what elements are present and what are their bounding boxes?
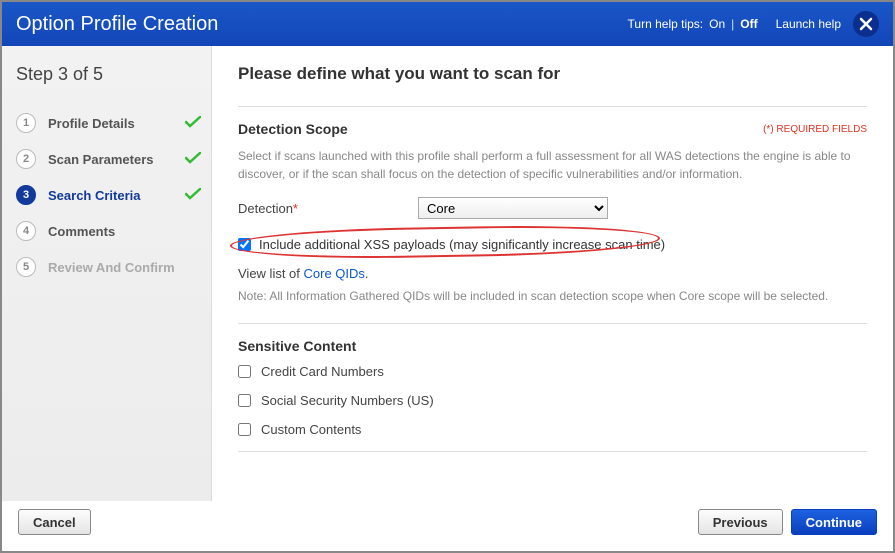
- help-controls: Turn help tips: On | Off Launch help: [628, 17, 841, 31]
- step-label: Profile Details: [48, 116, 185, 131]
- step-comments[interactable]: 4 Comments: [16, 213, 201, 249]
- step-number: 2: [16, 149, 36, 169]
- previous-button[interactable]: Previous: [698, 509, 783, 535]
- footer-right-group: Previous Continue: [698, 509, 877, 535]
- xss-option-wrap: Include additional XSS payloads (may sig…: [238, 231, 867, 258]
- section-title: Detection Scope: [238, 121, 348, 137]
- step-label: Scan Parameters: [48, 152, 185, 167]
- custom-contents-checkbox[interactable]: [238, 423, 251, 436]
- step-profile-details[interactable]: 1 Profile Details: [16, 105, 201, 141]
- checkbox-label: Credit Card Numbers: [261, 364, 384, 379]
- xss-label: Include additional XSS payloads (may sig…: [259, 237, 665, 252]
- custom-contents-row[interactable]: Custom Contents: [238, 422, 867, 437]
- wizard-steps: 1 Profile Details 2 Scan Parameters 3 Se…: [16, 105, 201, 285]
- dialog-body: Step 3 of 5 1 Profile Details 2 Scan Par…: [2, 46, 893, 501]
- launch-help-link[interactable]: Launch help: [776, 17, 841, 31]
- step-number: 3: [16, 185, 36, 205]
- sensitive-content-header: Sensitive Content: [238, 338, 867, 354]
- credit-card-checkbox[interactable]: [238, 365, 251, 378]
- dialog-footer: Cancel Previous Continue: [2, 501, 893, 551]
- credit-card-row[interactable]: Credit Card Numbers: [238, 364, 867, 379]
- cancel-button[interactable]: Cancel: [18, 509, 91, 535]
- continue-button[interactable]: Continue: [791, 509, 877, 535]
- core-qids-link[interactable]: Core QIDs: [304, 266, 365, 281]
- checkmark-icon: [185, 152, 201, 167]
- step-label: Search Criteria: [48, 188, 185, 203]
- detection-scope-header: Detection Scope (*) REQUIRED FIELDS: [238, 121, 867, 137]
- step-number: 4: [16, 221, 36, 241]
- required-star: *: [293, 201, 298, 216]
- step-search-criteria[interactable]: 3 Search Criteria: [16, 177, 201, 213]
- help-tips-on[interactable]: On: [709, 17, 725, 31]
- step-label: Review And Confirm: [48, 260, 201, 275]
- step-number: 5: [16, 257, 36, 277]
- help-tips-off[interactable]: Off: [740, 17, 757, 31]
- title-bar: Option Profile Creation Turn help tips: …: [2, 2, 893, 46]
- step-number: 1: [16, 113, 36, 133]
- view-qids-line: View list of Core QIDs.: [238, 266, 867, 281]
- divider: [238, 451, 867, 452]
- wizard-sidebar: Step 3 of 5 1 Profile Details 2 Scan Par…: [2, 46, 212, 501]
- step-label: Comments: [48, 224, 201, 239]
- step-scan-parameters[interactable]: 2 Scan Parameters: [16, 141, 201, 177]
- checkmark-icon: [185, 188, 201, 203]
- ssn-row[interactable]: Social Security Numbers (US): [238, 393, 867, 408]
- main-panel: Please define what you want to scan for …: [212, 46, 893, 501]
- detection-note: Note: All Information Gathered QIDs will…: [238, 287, 867, 305]
- xss-checkbox[interactable]: [238, 238, 251, 251]
- page-heading: Please define what you want to scan for: [238, 64, 867, 84]
- step-review-confirm[interactable]: 5 Review And Confirm: [16, 249, 201, 285]
- help-tips-label: Turn help tips:: [628, 17, 704, 31]
- step-indicator: Step 3 of 5: [16, 64, 201, 85]
- checkmark-icon: [185, 116, 201, 131]
- detection-select[interactable]: Core: [418, 197, 608, 219]
- close-icon: [859, 17, 873, 31]
- dialog-window: Option Profile Creation Turn help tips: …: [0, 0, 895, 553]
- checkbox-label: Custom Contents: [261, 422, 361, 437]
- detection-scope-desc: Select if scans launched with this profi…: [238, 147, 867, 183]
- dialog-title: Option Profile Creation: [16, 13, 628, 36]
- xss-checkbox-row[interactable]: Include additional XSS payloads (may sig…: [238, 231, 867, 258]
- section-title: Sensitive Content: [238, 338, 356, 354]
- required-fields-label: (*) REQUIRED FIELDS: [763, 124, 867, 135]
- divider: [238, 106, 867, 107]
- ssn-checkbox[interactable]: [238, 394, 251, 407]
- checkbox-label: Social Security Numbers (US): [261, 393, 434, 408]
- detection-label: Detection*: [238, 201, 418, 216]
- separator: |: [731, 17, 734, 31]
- close-button[interactable]: [853, 11, 879, 37]
- divider: [238, 323, 867, 324]
- detection-row: Detection* Core: [238, 197, 867, 219]
